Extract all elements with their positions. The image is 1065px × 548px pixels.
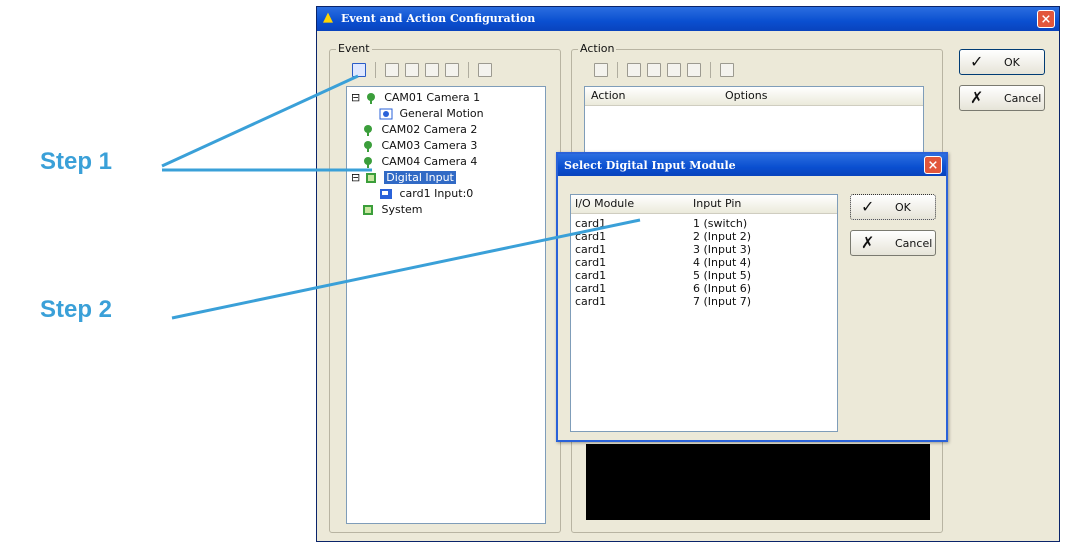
collapse-icon[interactable]: ⊟ <box>351 91 360 104</box>
step-2-label: Step 2 <box>40 296 113 323</box>
edit-event-icon[interactable] <box>385 63 399 77</box>
x-icon: ✗ <box>861 233 875 252</box>
tree-item-cam02[interactable]: CAM02 Camera 2 <box>361 123 477 136</box>
move-action-icon[interactable] <box>720 63 734 77</box>
delete-action-icon[interactable] <box>667 63 681 77</box>
dialog-close-button[interactable]: × <box>924 156 942 174</box>
new-action-icon[interactable] <box>594 63 608 77</box>
tree-item-cam01[interactable]: ⊟ CAM01 Camera 1 <box>351 91 480 104</box>
tree-item-label: CAM04 Camera 4 <box>381 155 478 168</box>
properties-action-icon[interactable] <box>687 63 701 77</box>
tree-item-label: CAM01 Camera 1 <box>384 91 481 104</box>
toolbar-separator <box>710 62 711 78</box>
tree-item-card1-input0[interactable]: card1 Input:0 <box>379 187 473 200</box>
tree-item-cam03[interactable]: CAM03 Camera 3 <box>361 139 477 152</box>
new-event-icon[interactable] <box>352 63 366 77</box>
dialog-ok-button[interactable]: ✓ OK <box>850 194 936 220</box>
digital-input-icon <box>365 173 376 183</box>
action-group-label: Action <box>578 42 617 55</box>
tree-item-label: General Motion <box>399 107 484 120</box>
dialog-title: Select Digital Input Module <box>564 159 736 172</box>
column-header-input-pin[interactable]: Input Pin <box>693 197 741 210</box>
action-toolbar <box>594 62 734 78</box>
input-module-list[interactable]: I/O Module Input Pin card1 1 (switch) car… <box>570 194 838 432</box>
dialog-cancel-button[interactable]: ✗ Cancel <box>850 230 936 256</box>
toolbar-separator <box>468 62 469 78</box>
tree-item-general-motion[interactable]: General Motion <box>379 107 484 120</box>
edit-action-icon[interactable] <box>627 63 641 77</box>
x-icon: ✗ <box>970 88 984 107</box>
event-group: Event ⊟ CAM01 Camera 1 General Motion CA… <box>329 42 561 533</box>
tree-item-label: CAM02 Camera 2 <box>381 123 478 136</box>
save-event-icon[interactable] <box>478 63 492 77</box>
preview-area <box>586 444 930 520</box>
toolbar-separator <box>617 62 618 78</box>
action-list-header: Action Options <box>585 87 923 106</box>
column-header-io-module[interactable]: I/O Module <box>575 197 634 210</box>
app-icon: ▲ <box>323 10 333 25</box>
motion-icon <box>379 108 393 120</box>
toolbar-separator <box>375 62 376 78</box>
copy-event-icon[interactable] <box>405 63 419 77</box>
event-tree[interactable]: ⊟ CAM01 Camera 1 General Motion CAM02 Ca… <box>346 86 546 524</box>
tree-item-label: Digital Input <box>384 171 456 184</box>
event-toolbar <box>352 62 492 78</box>
tree-item-system[interactable]: System <box>361 203 423 216</box>
column-header-options[interactable]: Options <box>725 89 767 102</box>
column-header-action[interactable]: Action <box>591 89 625 102</box>
event-group-label: Event <box>336 42 372 55</box>
cancel-button[interactable]: ✗ Cancel <box>959 85 1045 111</box>
tree-item-cam04[interactable]: CAM04 Camera 4 <box>361 155 477 168</box>
tree-item-label: CAM03 Camera 3 <box>381 139 478 152</box>
camera-icon <box>364 141 372 152</box>
copy-action-icon[interactable] <box>647 63 661 77</box>
tree-item-digital-input[interactable]: ⊟ Digital Input <box>351 171 456 184</box>
collapse-icon[interactable]: ⊟ <box>351 171 360 184</box>
tree-item-label: System <box>381 203 423 216</box>
tree-item-label: card1 Input:0 <box>399 187 474 200</box>
properties-event-icon[interactable] <box>445 63 459 77</box>
dialog-titlebar: Select Digital Input Module × <box>558 154 946 176</box>
window-titlebar: ▲ Event and Action Configuration × <box>317 7 1059 31</box>
camera-icon <box>364 125 372 136</box>
check-icon: ✓ <box>970 52 984 71</box>
camera-icon <box>364 157 372 168</box>
delete-event-icon[interactable] <box>425 63 439 77</box>
window-title: Event and Action Configuration <box>341 12 536 25</box>
input-pin-icon <box>380 189 392 199</box>
select-digital-input-dialog: Select Digital Input Module × I/O Module… <box>556 152 948 442</box>
camera-icon <box>366 93 375 104</box>
step-1-label: Step 1 <box>40 148 113 175</box>
input-module-list-header: I/O Module Input Pin <box>571 195 837 214</box>
system-icon <box>363 205 373 215</box>
check-icon: ✓ <box>861 197 875 216</box>
window-close-button[interactable]: × <box>1037 10 1055 28</box>
ok-button[interactable]: ✓ OK <box>959 49 1045 75</box>
